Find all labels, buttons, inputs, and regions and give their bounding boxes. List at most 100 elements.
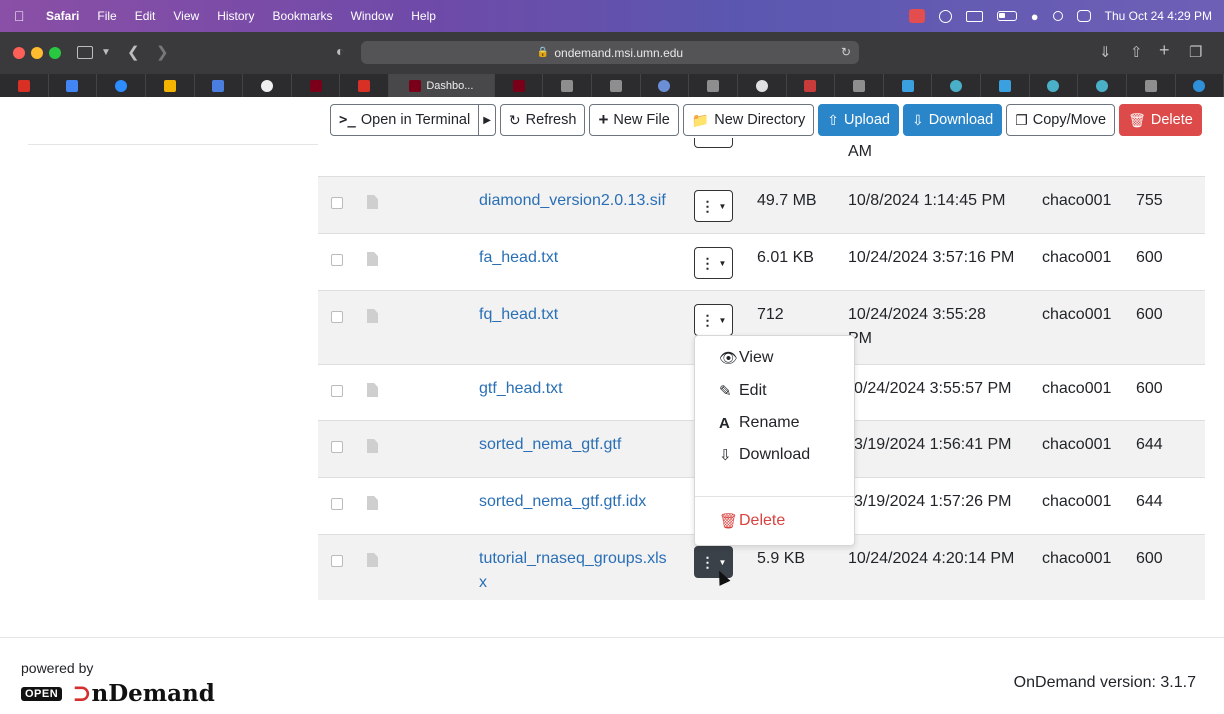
menu-view[interactable]: View: [173, 9, 199, 23]
row-actions-button[interactable]: ⋮ ▼: [694, 190, 733, 222]
tab-edge[interactable]: [1176, 74, 1224, 97]
menu-help[interactable]: Help: [411, 9, 436, 23]
tab-p[interactable]: [835, 74, 884, 97]
tab-umn-2[interactable]: [495, 74, 544, 97]
reload-icon[interactable]: ↻: [841, 45, 851, 59]
file-name-link-wrap[interactable]: x: [479, 571, 679, 595]
tab-dashboard[interactable]: Dashbo...: [389, 74, 495, 97]
tab-gear-1[interactable]: [932, 74, 982, 97]
new-file-button[interactable]: + New File: [589, 104, 679, 136]
row-checkbox[interactable]: [331, 555, 343, 567]
file-name-link[interactable]: sorted_nema_gtf.gtf: [479, 433, 679, 457]
menu-window[interactable]: Window: [351, 9, 394, 23]
wifi-icon[interactable]: ●: [1031, 9, 1039, 24]
tab-r[interactable]: [641, 74, 690, 97]
tab-gmail-2[interactable]: [340, 74, 389, 97]
tab-g-2[interactable]: [1127, 74, 1176, 97]
eye-icon: 👁: [719, 350, 739, 367]
dropdown-view[interactable]: 👁 View: [719, 349, 773, 367]
row-checkbox[interactable]: [331, 311, 343, 323]
tab-b[interactable]: [689, 74, 738, 97]
row-checkbox[interactable]: [331, 254, 343, 266]
new-file-label: New File: [613, 112, 670, 128]
tab-gear-3[interactable]: [1078, 74, 1127, 97]
upload-button[interactable]: ⇧ Upload: [818, 104, 899, 136]
tab-overview-icon[interactable]: ❐: [1189, 43, 1202, 61]
zoom-window-button[interactable]: [49, 47, 61, 59]
file-size: 712: [757, 306, 784, 323]
battery-icon[interactable]: [996, 11, 1017, 21]
file-name-link[interactable]: fa_head.txt: [479, 246, 679, 270]
chevron-down-icon[interactable]: ▼: [101, 47, 111, 58]
row-actions-button[interactable]: ⋮ ▼: [694, 247, 733, 279]
copy-move-button[interactable]: ❐ Copy/Move: [1006, 104, 1116, 136]
open-ondemand-logo[interactable]: OPEN ⊃nDemand: [21, 680, 215, 707]
new-directory-button[interactable]: 📁 New Directory: [682, 104, 815, 136]
keyboard-icon[interactable]: [965, 10, 983, 22]
tab-gear-2[interactable]: [1030, 74, 1079, 97]
tab-link-2[interactable]: [981, 74, 1030, 97]
file-name-link[interactable]: fq_head.txt: [479, 303, 679, 327]
refresh-button[interactable]: ↻ Refresh: [499, 104, 586, 136]
share-icon[interactable]: ⇧: [1130, 43, 1143, 61]
file-name-link[interactable]: tutorial_rnaseq_groups.xls: [479, 547, 679, 571]
new-tab-icon[interactable]: +: [1159, 40, 1170, 61]
file-modified: 0/24/2024 3:55:57 PM: [854, 380, 1012, 397]
forward-arrow-icon[interactable]: ❯: [156, 43, 169, 61]
address-bar[interactable]: 🔒 ondemand.msi.umn.edu ↻: [361, 41, 859, 64]
file-name-link[interactable]: diamond_version2.0.13.sif: [479, 189, 679, 213]
tab-link-1[interactable]: [884, 74, 933, 97]
tab-calendar[interactable]: [49, 74, 98, 97]
download-button[interactable]: ⇩ Download: [902, 104, 1003, 136]
minimize-window-button[interactable]: [31, 47, 43, 59]
dropdown-delete[interactable]: 🗑 Delete: [719, 512, 785, 530]
menubar-clock[interactable]: Thu Oct 24 4:29 PM: [1105, 9, 1212, 23]
file-mode: 600: [1136, 380, 1163, 397]
file-name-link[interactable]: gtf_head.txt: [479, 377, 679, 401]
sidebar-toggle-icon[interactable]: [77, 46, 93, 59]
tab-github[interactable]: [243, 74, 292, 97]
terminal-dropdown-toggle[interactable]: ▶: [479, 104, 496, 136]
row-checkbox[interactable]: [331, 385, 343, 397]
row-checkbox[interactable]: [331, 441, 343, 453]
play-icon[interactable]: [938, 9, 952, 23]
row-actions-button[interactable]: ⋮ ▼: [694, 304, 733, 336]
dropdown-edit[interactable]: ✎ Edit: [719, 382, 767, 400]
file-owner: chaco001: [1042, 306, 1112, 323]
tab-umn-1[interactable]: [292, 74, 341, 97]
tab-openai[interactable]: [738, 74, 787, 97]
back-arrow-icon[interactable]: ❮: [127, 43, 140, 61]
dropdown-download[interactable]: ⇩ Download: [719, 446, 810, 464]
control-center-icon[interactable]: [1076, 10, 1091, 22]
menu-app-name[interactable]: Safari: [46, 9, 79, 23]
tab-g-1[interactable]: [592, 74, 641, 97]
file-actions-toolbar: >_ Open in Terminal ▶ ↻ Refresh + New File …: [330, 104, 1208, 138]
open-in-terminal-button[interactable]: >_ Open in Terminal: [330, 104, 480, 136]
tab-m[interactable]: [543, 74, 593, 97]
tab-zoom[interactable]: [97, 74, 146, 97]
file-name-link[interactable]: sorted_nema_gtf.gtf.idx: [479, 490, 679, 514]
tab-gmail[interactable]: [0, 74, 49, 97]
downloads-icon[interactable]: ⇓: [1099, 43, 1112, 61]
close-window-button[interactable]: [13, 47, 25, 59]
spotlight-search-icon[interactable]: [1052, 11, 1063, 21]
privacy-shield-icon[interactable]: ◐: [336, 43, 344, 59]
notification-app-icon[interactable]: [908, 9, 925, 23]
tab-gmail-3[interactable]: [787, 74, 836, 97]
apple-icon[interactable]: : [14, 8, 36, 24]
menu-edit[interactable]: Edit: [135, 9, 156, 23]
lock-icon: 🔒: [536, 47, 550, 58]
file-mode: 644: [1136, 436, 1163, 453]
delete-button[interactable]: 🗑 Delete: [1119, 104, 1202, 136]
menu-bookmarks[interactable]: Bookmarks: [273, 9, 333, 23]
tab-drive[interactable]: [146, 74, 195, 97]
g-icon: [609, 79, 622, 92]
menu-history[interactable]: History: [217, 9, 254, 23]
row-checkbox[interactable]: [331, 498, 343, 510]
file-icon: [367, 309, 378, 323]
status-area: ● Thu Oct 24 4:29 PM: [908, 0, 1212, 32]
row-checkbox[interactable]: [331, 197, 343, 209]
tab-docs[interactable]: [195, 74, 244, 97]
dropdown-rename[interactable]: A Rename: [719, 414, 799, 432]
menu-file[interactable]: File: [97, 9, 116, 23]
